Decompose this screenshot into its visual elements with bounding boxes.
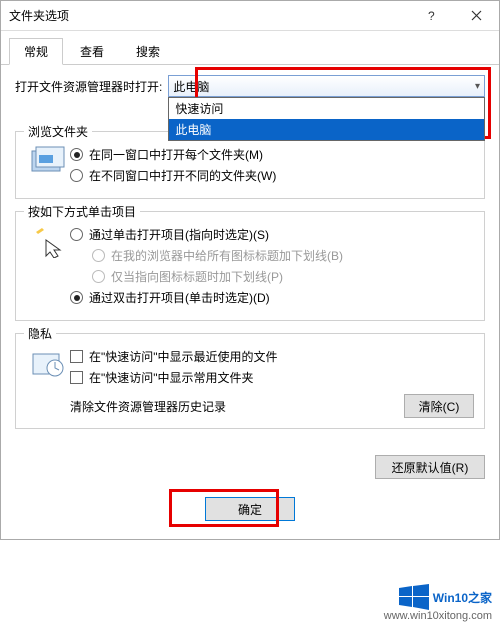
tab-view[interactable]: 查看 xyxy=(65,38,119,65)
svg-text:?: ? xyxy=(428,10,435,22)
radio-label: 通过双击打开项目(单击时选定)(D) xyxy=(89,289,270,306)
radio-label: 仅当指向图标标题时加下划线(P) xyxy=(111,268,283,285)
radio-underline-hover: 仅当指向图标标题时加下划线(P) xyxy=(92,268,474,285)
help-button[interactable]: ? xyxy=(409,1,454,31)
clear-history-row: 清除文件资源管理器历史记录 清除(C) xyxy=(70,394,474,418)
tab-general[interactable]: 常规 xyxy=(9,38,63,65)
check-label: 在"快速访问"中显示常用文件夹 xyxy=(89,369,254,386)
folder-options-window: 文件夹选项 ? 常规 查看 搜索 打开文件资源管理器时打开: 此电脑 ▾ 快速访… xyxy=(0,0,500,540)
group-browse-title: 浏览文件夹 xyxy=(24,123,92,140)
click-icon xyxy=(26,222,70,310)
radio-label: 在我的浏览器中给所有图标标题加下划线(B) xyxy=(111,247,343,264)
watermark-sub: www.win10xitong.com xyxy=(384,610,492,622)
browse-icon xyxy=(26,142,70,188)
privacy-icon xyxy=(26,344,70,418)
radio-diff-window[interactable]: 在不同窗口中打开不同的文件夹(W) xyxy=(70,167,474,184)
radio-same-window[interactable]: 在同一窗口中打开每个文件夹(M) xyxy=(70,146,474,163)
open-with-label: 打开文件资源管理器时打开: xyxy=(15,78,162,95)
watermark-main: Win10之家 xyxy=(384,584,492,610)
clear-label: 清除文件资源管理器历史记录 xyxy=(70,398,226,415)
checkbox-icon xyxy=(70,350,83,363)
dropdown-item-this-pc[interactable]: 此电脑 xyxy=(169,119,484,140)
open-with-combo-wrap: 此电脑 ▾ 快速访问 此电脑 xyxy=(168,75,485,97)
radio-icon xyxy=(92,249,105,262)
ok-button[interactable]: 确定 xyxy=(205,497,295,521)
group-privacy-title: 隐私 xyxy=(24,325,56,342)
radio-label: 在同一窗口中打开每个文件夹(M) xyxy=(89,146,263,163)
check-label: 在"快速访问"中显示最近使用的文件 xyxy=(89,348,278,365)
clear-button[interactable]: 清除(C) xyxy=(404,394,474,418)
radio-label: 通过单击打开项目(指向时选定)(S) xyxy=(89,226,269,243)
tab-content: 打开文件资源管理器时打开: 此电脑 ▾ 快速访问 此电脑 浏览文件夹 xyxy=(1,65,499,451)
restore-defaults-button[interactable]: 还原默认值(R) xyxy=(375,455,485,479)
group-click-items: 按如下方式单击项目 通过单击打开项目(指向时选定)(S) 在我的浏览器中给所有图… xyxy=(15,211,485,321)
radio-icon xyxy=(70,148,83,161)
radio-icon xyxy=(70,291,83,304)
tab-strip: 常规 查看 搜索 xyxy=(1,31,499,65)
open-with-combo[interactable]: 此电脑 ▾ xyxy=(168,75,485,97)
titlebar: 文件夹选项 ? xyxy=(1,1,499,31)
windows-logo-icon xyxy=(399,584,429,610)
footer-restore: 还原默认值(R) xyxy=(1,451,499,483)
radio-underline-all: 在我的浏览器中给所有图标标题加下划线(B) xyxy=(92,247,474,264)
radio-label: 在不同窗口中打开不同的文件夹(W) xyxy=(89,167,276,184)
dropdown-item-quick-access[interactable]: 快速访问 xyxy=(169,98,484,119)
checkbox-icon xyxy=(70,371,83,384)
radio-single-click[interactable]: 通过单击打开项目(指向时选定)(S) xyxy=(70,226,474,243)
group-privacy: 隐私 在"快速访问"中显示最近使用的文件 在"快速访问"中显示常用文件夹 清 xyxy=(15,333,485,429)
footer-buttons: 确定 xyxy=(1,483,499,539)
help-icon: ? xyxy=(426,10,438,22)
tab-search[interactable]: 搜索 xyxy=(121,38,175,65)
radio-icon xyxy=(70,228,83,241)
open-with-dropdown: 快速访问 此电脑 xyxy=(168,97,485,141)
check-frequent-folders[interactable]: 在"快速访问"中显示常用文件夹 xyxy=(70,369,474,386)
close-icon xyxy=(471,10,482,21)
close-button[interactable] xyxy=(454,1,499,31)
combo-value: 此电脑 xyxy=(173,78,209,95)
watermark: Win10之家 www.win10xitong.com xyxy=(384,584,492,622)
window-title: 文件夹选项 xyxy=(1,7,409,24)
check-recent-files[interactable]: 在"快速访问"中显示最近使用的文件 xyxy=(70,348,474,365)
open-with-row: 打开文件资源管理器时打开: 此电脑 ▾ 快速访问 此电脑 xyxy=(15,75,485,97)
radio-icon xyxy=(92,270,105,283)
radio-double-click[interactable]: 通过双击打开项目(单击时选定)(D) xyxy=(70,289,474,306)
chevron-down-icon: ▾ xyxy=(475,81,480,92)
group-browse-folders: 浏览文件夹 在同一窗口中打开每个文件夹(M) 在不同窗口中打开不同的文件夹(W) xyxy=(15,131,485,199)
radio-icon xyxy=(70,169,83,182)
group-click-title: 按如下方式单击项目 xyxy=(24,203,140,220)
